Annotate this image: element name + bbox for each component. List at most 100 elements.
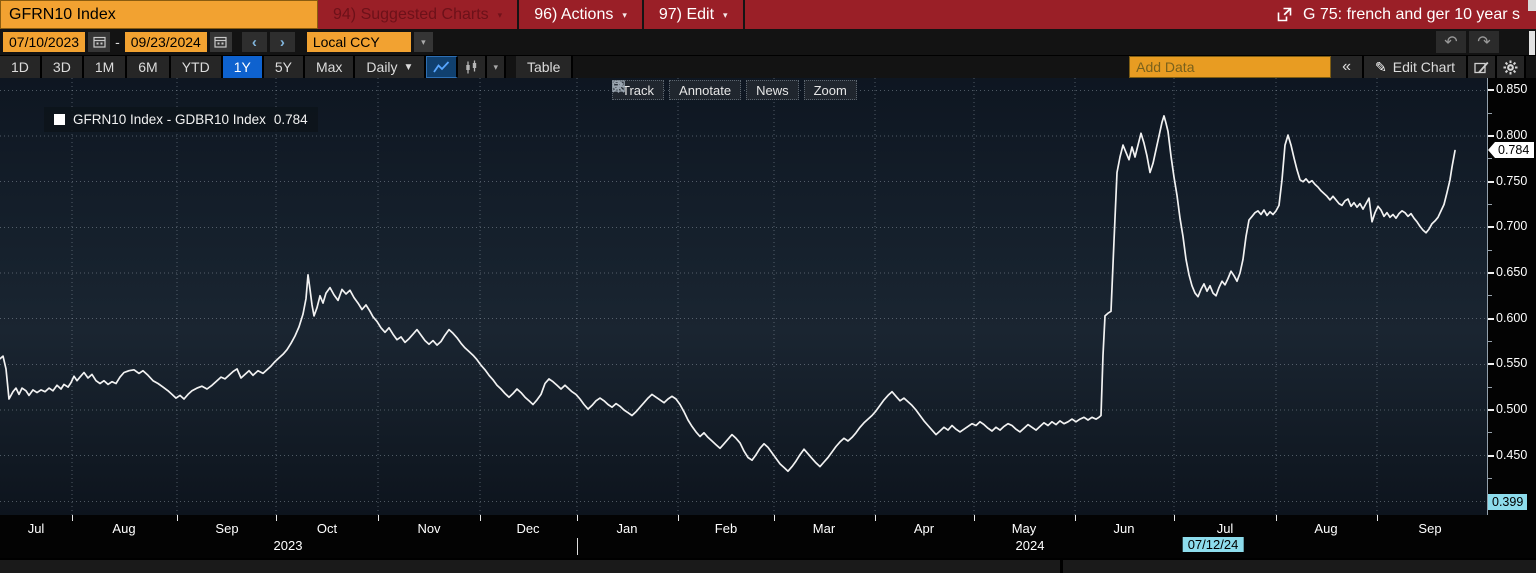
- redo-button[interactable]: ↷: [1469, 31, 1499, 53]
- chart-settings-note-button[interactable]: [1468, 56, 1497, 78]
- calendar-icon: [93, 36, 106, 48]
- period-select[interactable]: Daily ▼: [355, 56, 426, 78]
- range-1m-button[interactable]: 1M: [84, 56, 127, 78]
- collapse-panel-button[interactable]: «: [1331, 56, 1364, 78]
- start-date-input[interactable]: 07/10/2023: [3, 32, 85, 52]
- scrollbar-top-nub[interactable]: [1528, 0, 1536, 11]
- range-1d-button[interactable]: 1D: [0, 56, 42, 78]
- x-axis-tick: [974, 515, 975, 521]
- settings-button[interactable]: [1497, 56, 1526, 78]
- forward-period-button[interactable]: ›: [270, 32, 295, 52]
- menu-edit[interactable]: 97) Edit ▾: [644, 0, 745, 29]
- y-axis-minor-tick: [1488, 204, 1492, 205]
- menu-suggested-charts[interactable]: 94) Suggested Charts ▾: [318, 0, 519, 29]
- range-3d-button[interactable]: 3D: [42, 56, 84, 78]
- calendar-icon: [214, 36, 227, 48]
- x-axis-tick: [1174, 515, 1175, 521]
- x-axis-tick: [875, 515, 876, 521]
- y-axis-major-tick: [1488, 181, 1494, 183]
- date-range-bar: 07/10/2023 - 09/23/2024 ‹ › Local CCY ▾ …: [0, 29, 1536, 55]
- add-data-input[interactable]: [1129, 56, 1331, 78]
- menu-actions[interactable]: 96) Actions ▾: [519, 0, 644, 29]
- x-axis-tick: [1276, 515, 1277, 521]
- x-axis-tick: [177, 515, 178, 521]
- y-axis-minor-tick: [1488, 158, 1492, 159]
- chevron-down-icon: ▾: [493, 62, 498, 73]
- y-axis-major-tick: [1488, 455, 1494, 457]
- back-period-button[interactable]: ‹: [242, 32, 267, 52]
- menu-edit-label: 97) Edit: [659, 6, 714, 24]
- x-axis-year-label: 2023: [274, 538, 303, 553]
- bloomberg-terminal-window: GFRN10 Index 94) Suggested Charts ▾ 96) …: [0, 0, 1536, 573]
- chart-legend[interactable]: GFRN10 Index - GDBR10 Index 0.784: [44, 107, 318, 132]
- menu-actions-label: 96) Actions: [534, 6, 613, 24]
- x-axis-year-label: 2024: [1016, 538, 1045, 553]
- tracked-value-badge: 0.399: [1488, 494, 1527, 510]
- x-axis-month-label: Dec: [516, 521, 539, 536]
- y-axis-major-tick: [1488, 363, 1494, 365]
- x-axis-month-label: Jul: [1217, 521, 1234, 536]
- range-6m-button[interactable]: 6M: [127, 56, 170, 78]
- edit-chart-label: Edit Chart: [1393, 59, 1455, 75]
- range-1y-button[interactable]: 1Y: [223, 56, 264, 78]
- y-axis-label: 0.550: [1496, 356, 1527, 370]
- y-axis-minor-tick: [1488, 387, 1492, 388]
- calendar-button[interactable]: [88, 32, 110, 52]
- y-axis-major-tick: [1488, 272, 1494, 274]
- note-edit-icon: [1474, 61, 1489, 74]
- annotate-button[interactable]: Annotate: [669, 80, 741, 100]
- x-axis-month-label: Sep: [215, 521, 238, 536]
- calendar-button[interactable]: [210, 32, 232, 52]
- series-label: GFRN10 Index - GDBR10 Index: [73, 112, 266, 127]
- chart-plot-area[interactable]: GFRN10 Index - GDBR10 Index 0.784 Track …: [0, 78, 1487, 515]
- range-ytd-button[interactable]: YTD: [171, 56, 223, 78]
- x-axis-month-label: Jul: [28, 521, 45, 536]
- chevron-down-icon: ▾: [723, 8, 728, 21]
- y-axis-label: 0.450: [1496, 448, 1527, 462]
- security-input[interactable]: GFRN10 Index: [0, 0, 318, 29]
- chart-toolbar: 1D 3D 1M 6M YTD 1Y 5Y Max Daily ▼ ▾: [0, 55, 1536, 78]
- table-button[interactable]: Table: [516, 56, 573, 78]
- export-icon[interactable]: [1276, 6, 1293, 23]
- y-axis-minor-tick: [1488, 250, 1492, 251]
- y-axis-major-tick: [1488, 409, 1494, 411]
- x-axis-tick: [1377, 515, 1378, 521]
- currency-dropdown-button[interactable]: ▾: [414, 32, 433, 52]
- x-axis-month-label: Jan: [617, 521, 638, 536]
- line-chart-type-button[interactable]: [426, 56, 458, 78]
- chevron-down-icon: ▾: [622, 8, 627, 21]
- zoom-button[interactable]: Zoom: [804, 80, 857, 100]
- candlestick-chart-type-button[interactable]: [458, 56, 487, 78]
- y-axis-minor-tick: [1488, 295, 1492, 296]
- tracked-date-badge: 07/12/24: [1183, 537, 1244, 552]
- chart-type-dropdown-button[interactable]: ▾: [487, 56, 506, 78]
- x-axis-tick: [1075, 515, 1076, 521]
- period-label: Daily: [366, 59, 397, 75]
- x-axis[interactable]: JulAugSepOctNovDecJanFebMarAprMayJunJulA…: [0, 515, 1536, 558]
- currency-select[interactable]: Local CCY: [307, 32, 411, 52]
- chevron-down-icon: ▾: [498, 8, 503, 21]
- y-axis-label: 0.700: [1496, 219, 1527, 233]
- y-axis-minor-tick: [1488, 478, 1492, 479]
- x-axis-tick: [276, 515, 277, 521]
- undo-button[interactable]: ↶: [1436, 31, 1466, 53]
- y-axis-label: 0.750: [1496, 174, 1527, 188]
- y-axis[interactable]: 0.8500.8000.7500.7000.6500.6000.5500.500…: [1487, 78, 1536, 515]
- range-max-button[interactable]: Max: [305, 56, 355, 78]
- range-5y-button[interactable]: 5Y: [264, 56, 305, 78]
- x-axis-month-label: Oct: [317, 521, 337, 536]
- x-axis-month-label: May: [1012, 521, 1037, 536]
- x-axis-month-label: Sep: [1418, 521, 1441, 536]
- window-title: G 75: french and ger 10 year s: [1276, 6, 1536, 24]
- title-menu-bar: GFRN10 Index 94) Suggested Charts ▾ 96) …: [0, 0, 1536, 29]
- y-axis-major-tick: [1488, 318, 1494, 320]
- magnifier-icon: [612, 80, 625, 93]
- end-date-input[interactable]: 09/23/2024: [125, 32, 207, 52]
- edit-chart-button[interactable]: ✎ Edit Chart: [1364, 56, 1468, 78]
- news-button[interactable]: News: [746, 80, 799, 100]
- y-axis-major-tick: [1488, 89, 1494, 91]
- y-axis-label: 0.800: [1496, 128, 1527, 142]
- x-axis-tick: [678, 515, 679, 521]
- track-label: Track: [622, 83, 654, 98]
- x-axis-month-label: Nov: [417, 521, 440, 536]
